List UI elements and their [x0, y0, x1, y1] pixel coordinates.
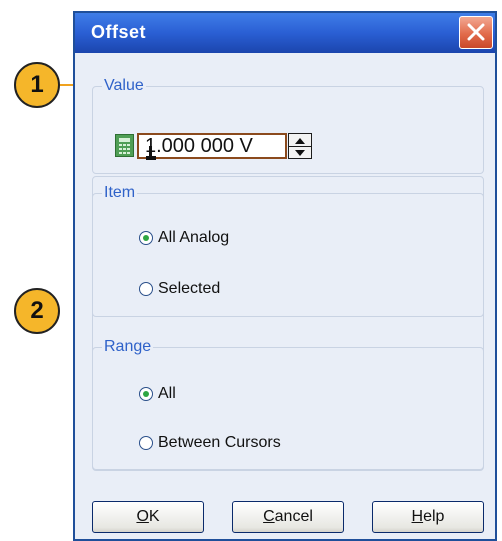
item-group-label: Item — [102, 184, 138, 202]
digit-cursor-mark — [146, 156, 156, 160]
ok-label-rest: K — [148, 508, 160, 525]
radio-all-analog[interactable]: All Analog — [139, 228, 229, 248]
offset-value-input[interactable]: 1.000 000 V — [137, 133, 287, 159]
cancel-label-rest: ancel — [274, 508, 313, 525]
offset-value-text: 1.000 000 V — [145, 135, 253, 157]
radio-all-label: All — [158, 385, 176, 402]
radio-all-analog-indicator[interactable] — [139, 231, 153, 245]
radio-selected[interactable]: Selected — [139, 279, 220, 299]
radio-all[interactable]: All — [139, 384, 176, 404]
ok-hotkey: O — [136, 508, 149, 525]
radio-between-cursors-indicator[interactable] — [139, 436, 153, 450]
radio-between-cursors-label: Between Cursors — [158, 434, 281, 451]
spin-down-icon — [295, 150, 305, 156]
value-spinner[interactable] — [288, 133, 312, 159]
cancel-button[interactable]: Cancel — [232, 501, 344, 533]
dialog-title: Offset — [91, 22, 147, 42]
range-group-label: Range — [102, 338, 154, 356]
help-button[interactable]: Help — [372, 501, 484, 533]
help-label-rest: elp — [423, 508, 445, 525]
close-icon — [467, 23, 485, 41]
radio-all-analog-label: All Analog — [158, 229, 230, 246]
radio-all-indicator[interactable] — [139, 387, 153, 401]
radio-selected-label: Selected — [158, 280, 221, 297]
calculator-icon[interactable] — [115, 134, 134, 157]
cancel-hotkey: C — [263, 508, 275, 525]
close-button[interactable] — [459, 16, 493, 49]
offset-dialog: Offset Value 1.000 000 V Item All Analog… — [73, 11, 497, 541]
value-group-label: Value — [102, 77, 146, 95]
help-hotkey: H — [411, 508, 424, 525]
title-bar[interactable]: Offset — [75, 13, 495, 53]
radio-between-cursors[interactable]: Between Cursors — [139, 433, 281, 453]
spin-down-button[interactable] — [289, 146, 311, 158]
value-group — [92, 86, 484, 174]
ok-button[interactable]: OK — [92, 501, 204, 533]
radio-selected-indicator[interactable] — [139, 282, 153, 296]
